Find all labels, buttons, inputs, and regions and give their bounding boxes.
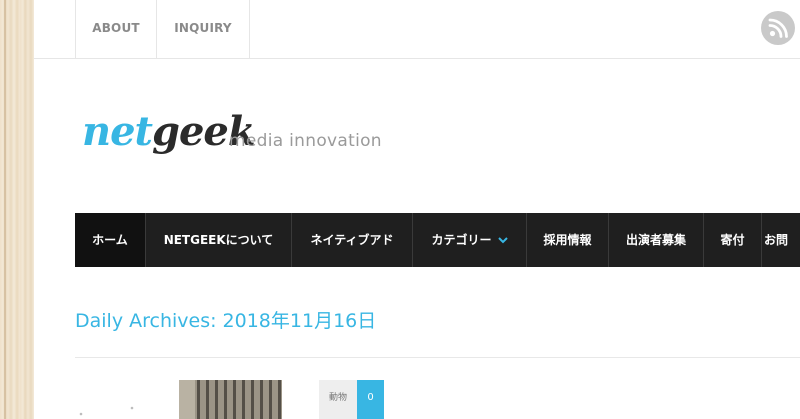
nav-item-performers[interactable]: 出演者募集: [609, 213, 704, 267]
page: ABOUT INQUIRY netgeek media innovation ホ…: [34, 0, 800, 419]
nav-item-home[interactable]: ホーム: [75, 213, 146, 267]
nav-item-label: 寄付: [720, 233, 745, 247]
site-tagline: media innovation: [229, 131, 382, 151]
wood-background: [0, 0, 34, 419]
rss-icon[interactable]: [761, 11, 795, 45]
nav-item-native-ad[interactable]: ネイティブアド: [292, 213, 413, 267]
divider: [75, 357, 800, 358]
nav-item-contact[interactable]: お問: [762, 213, 800, 267]
logo-net-text: net: [82, 108, 153, 155]
nav-item-category[interactable]: カテゴリー: [413, 213, 527, 267]
chevron-down-icon: [497, 213, 508, 267]
nav-item-about-netgeek[interactable]: NETGEEKについて: [146, 213, 292, 267]
nav-item-label: 採用情報: [543, 233, 592, 247]
archive-title: Daily Archives: 2018年11月16日: [75, 310, 377, 332]
nav-item-recruit[interactable]: 採用情報: [527, 213, 609, 267]
nav-item-label: ネイティブアド: [310, 233, 394, 247]
nav-item-label: ホーム: [92, 233, 128, 247]
nav-item-label: お問: [764, 233, 789, 247]
nav-link-about[interactable]: ABOUT: [75, 0, 156, 58]
nav-item-donate[interactable]: 寄付: [704, 213, 762, 267]
nav-item-label: カテゴリー: [431, 233, 492, 247]
post-category-tag[interactable]: 動物: [319, 380, 357, 419]
dots-icon: [76, 402, 136, 416]
nav-item-label: NETGEEKについて: [163, 233, 274, 247]
post-thumbnail[interactable]: [179, 380, 282, 419]
top-bar: ABOUT INQUIRY: [34, 0, 800, 59]
nav-item-label: 出演者募集: [625, 233, 686, 247]
main-nav: ホーム NETGEEKについて ネイティブアド カテゴリー 採用情報 出演者募集…: [75, 213, 800, 267]
post-comment-count[interactable]: 0: [357, 380, 384, 419]
nav-link-inquiry[interactable]: INQUIRY: [156, 0, 250, 58]
